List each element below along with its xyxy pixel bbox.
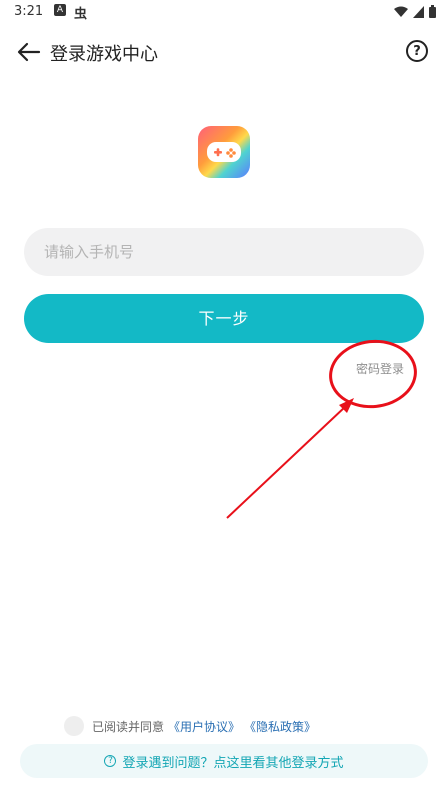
login-help-bar[interactable]: ? 登录遇到问题？点这里看其他登录方式: [20, 744, 428, 778]
agreement-row: 已阅读并同意 《用户协议》 《隐私政策》: [64, 715, 316, 737]
privacy-policy-link[interactable]: 《隐私政策》: [244, 718, 316, 735]
agreement-prefix: 已阅读并同意: [92, 719, 165, 734]
login-help-text: 登录遇到问题？点这里看其他登录方式: [122, 755, 344, 771]
question-icon: ?: [104, 755, 117, 767]
user-agreement-link[interactable]: 《用户协议》: [168, 718, 240, 735]
agreement-checkbox[interactable]: [64, 716, 84, 736]
annotation-arrow: [226, 398, 354, 519]
